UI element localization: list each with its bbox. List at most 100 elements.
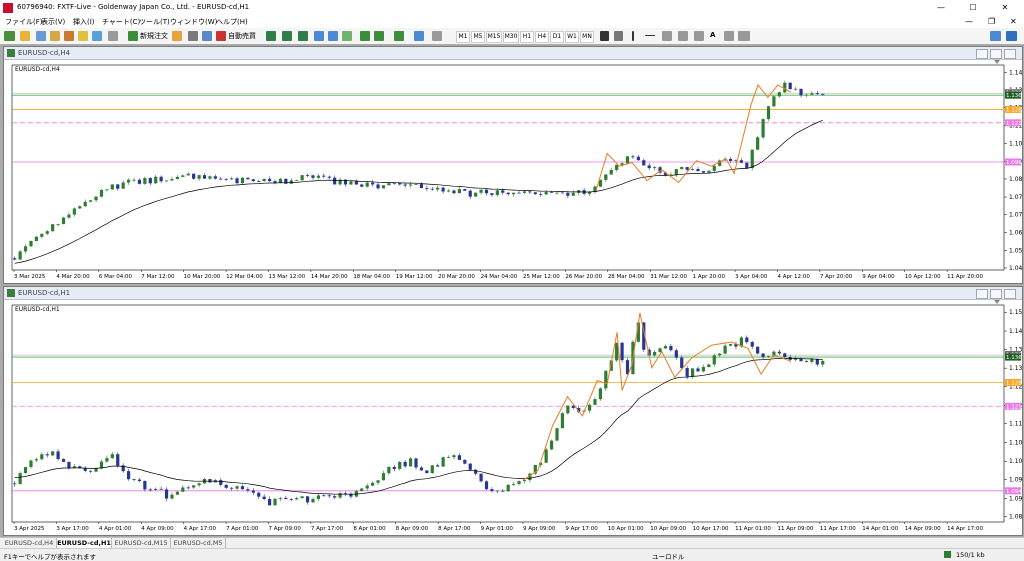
minimize-button[interactable]: — [926,0,956,16]
mdi-minimize-icon[interactable]: — [965,17,973,26]
metaeditor-icon[interactable] [172,31,182,41]
line-chart-icon[interactable] [298,31,308,41]
candle-body [750,149,754,169]
price-chart-h4[interactable]: EURUSD-cd,H41.148901.139151.129401.11940… [4,59,1022,282]
vertical-line-icon[interactable] [632,31,634,41]
price-tag-resistance: 1.12105 [1006,121,1022,127]
chart-window-h4[interactable]: EURUSD-cd,H4 EURUSD-cd,H41.148901.139151… [3,46,1023,284]
chart-maximize-button[interactable] [990,49,1002,59]
candle-body [94,196,98,201]
tab-eurusd-h4[interactable]: EURUSD-cd,H4 [2,538,57,548]
templates-icon[interactable] [432,31,442,41]
timeframe-w1-button[interactable]: W1 [565,31,579,43]
candle-body [756,137,760,150]
text-tool-icon[interactable]: A [710,31,715,39]
channel-icon[interactable] [678,31,688,41]
menu-view[interactable]: 表示(V) [41,17,65,27]
candle-body [305,175,310,176]
new-order-button[interactable]: 新規注文 [140,31,168,41]
cursor-icon[interactable] [600,31,609,41]
candle-body [110,454,114,459]
tab-eurusd-h1[interactable]: EURUSD-cd,H1 [57,538,112,548]
tab-eurusd-m15[interactable]: EURUSD-cd,M15 [112,538,171,548]
profiles-icon[interactable] [20,31,30,41]
chat-icon[interactable] [1006,31,1017,41]
menu-chart[interactable]: チャート(C) [102,17,140,27]
navigator-icon[interactable] [64,31,74,41]
x-tick-label: 10 Mar 20:00 [184,274,221,280]
candle-body [105,458,109,462]
auto-trade-icon[interactable] [216,31,226,41]
timeframe-mn-button[interactable]: MN [580,31,594,43]
candle-body [571,192,575,196]
options-icon[interactable] [188,31,198,41]
menu-help[interactable]: ヘルプ(H) [216,17,248,27]
new-chart-icon[interactable] [4,31,15,41]
close-button[interactable]: ✕ [990,0,1020,16]
timeframe-m15-button[interactable]: M15 [486,31,502,43]
tester-icon[interactable] [92,31,102,41]
new-order-icon[interactable] [128,31,138,41]
candle-body [181,487,185,492]
tile-windows-icon[interactable] [342,31,352,41]
x-tick-label: 10 Apr 12:00 [905,274,941,280]
price-chart-h1[interactable]: EURUSD-cd,H11.150251.144401.138701.13285… [4,299,1022,534]
market-watch-icon[interactable] [36,31,46,41]
mdi-restore-icon[interactable]: ❐ [988,17,995,26]
candlestick-icon[interactable] [282,31,292,41]
timeframe-d1-button[interactable]: D1 [550,31,564,43]
x-tick-label: 11 Apr 17:00 [820,526,856,532]
arrows-icon[interactable] [738,31,750,41]
chart-maximize-button[interactable] [990,289,1002,299]
candle-body [441,187,445,192]
data-window-icon[interactable] [50,31,60,41]
text-label-icon[interactable] [724,31,734,41]
crosshair-icon[interactable] [614,31,623,41]
fibonacci-icon[interactable] [694,31,704,41]
chart-close-button[interactable] [1004,49,1016,59]
timeframe-m5-button[interactable]: M5 [471,31,485,43]
chart-window-h1[interactable]: EURUSD-cd,H1 EURUSD-cd,H1 1.15025 1.14440 1… [3,286,1023,536]
price-tag-support: 1.09470 [1006,489,1022,495]
chart-symbol-label: EURUSD-cd,H1 [15,306,60,313]
connection-icon [944,551,951,558]
candle-body [322,175,326,177]
tab-eurusd-m5[interactable]: EURUSD-cd,M5 [171,538,226,548]
menu-file[interactable]: ファイル(F) [5,17,43,27]
chart-close-button[interactable] [1004,289,1016,299]
autoscroll-icon[interactable] [360,31,370,41]
menu-insert[interactable]: 挿入(I) [73,17,95,27]
maximize-button[interactable]: ☐ [958,0,988,16]
signals-icon[interactable] [202,31,212,41]
menu-tools[interactable]: ツール(T) [139,17,170,27]
candle-body [821,360,825,365]
terminal-icon[interactable] [78,31,88,41]
y-tick-label: 1.13285 [1009,365,1022,372]
zoom-out-icon[interactable] [328,31,338,41]
candle-body [224,484,228,488]
periods-icon[interactable] [414,31,424,41]
candle-body [593,399,597,405]
trendline-icon[interactable] [662,31,672,41]
zoom-in-icon[interactable] [314,31,324,41]
timeframe-h1-button[interactable]: H1 [520,31,534,43]
candle-body [723,345,727,354]
timeframe-h4-button[interactable]: H4 [535,31,549,43]
auto-trade-button[interactable]: 自動売買 [228,31,256,41]
menu-window[interactable]: ウィンドウ(W) [170,17,217,27]
candle-body [566,405,570,414]
search-icon[interactable] [990,31,1001,41]
candle-body [251,490,255,493]
history-center-icon[interactable] [108,31,118,41]
timeframe-m1-button[interactable]: M1 [456,31,470,43]
indicators-icon[interactable] [394,31,404,41]
candle-body [419,184,424,189]
bar-chart-icon[interactable] [266,31,276,41]
timeframe-m30-button[interactable]: M30 [503,31,519,43]
chart-shift-icon[interactable] [374,31,384,41]
chart-minimize-button[interactable] [976,49,988,59]
mdi-close-icon[interactable]: ✕ [1010,17,1017,26]
candle-body [419,467,424,471]
horizontal-line-icon[interactable] [645,35,655,36]
chart-minimize-button[interactable] [976,289,988,299]
